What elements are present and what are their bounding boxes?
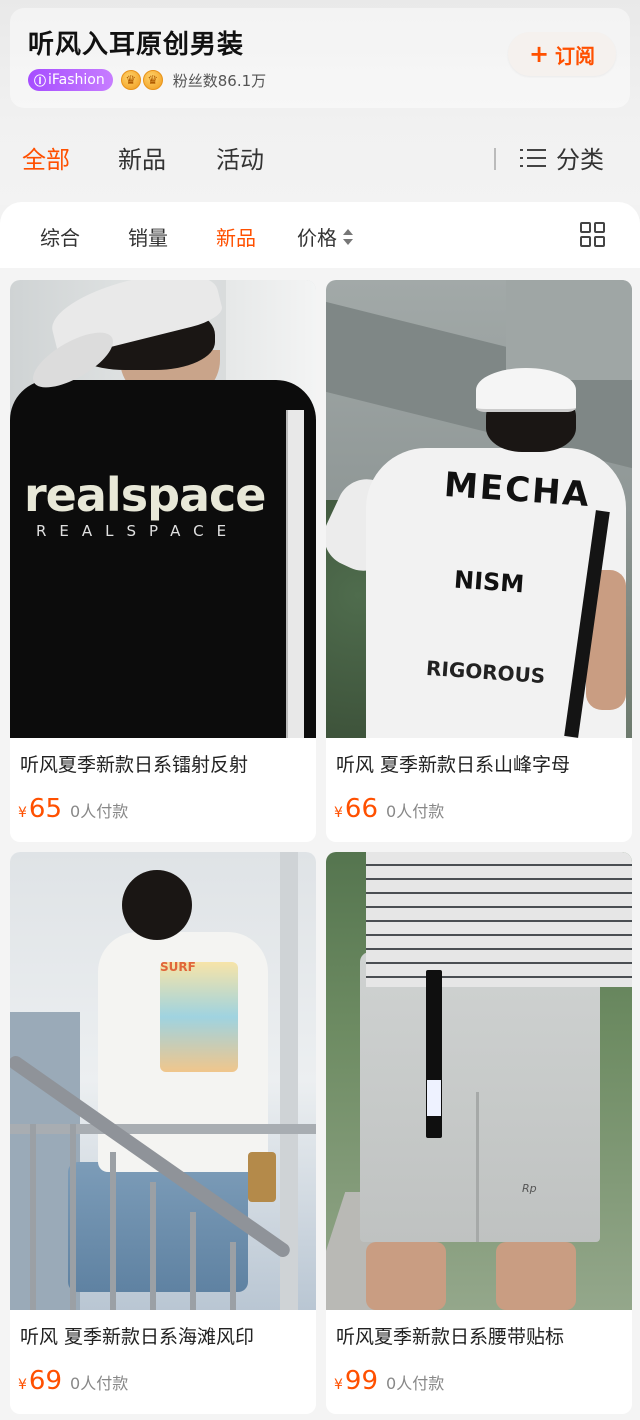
product-image[interactable]: Rp: [326, 852, 632, 1310]
plus-icon: +: [528, 40, 550, 68]
store-name: 听风入耳原创男装: [28, 30, 245, 60]
currency-symbol: ¥: [334, 1377, 343, 1393]
subscribe-button[interactable]: + 订阅: [508, 32, 616, 76]
currency-symbol: ¥: [334, 805, 343, 821]
product-title[interactable]: 听风夏季新款日系镭射反射: [20, 750, 310, 777]
product-card[interactable]: MECHA NISM RIGOROUS 听风 夏季新款日系山峰字母 ¥ 66 0…: [326, 280, 632, 842]
category-button[interactable]: 分类: [520, 140, 604, 175]
store-meta: Ⓘ iFashion ♛ ♛ 粉丝数86.1万: [28, 68, 266, 92]
product-title[interactable]: 听风 夏季新款日系山峰字母: [336, 750, 626, 777]
price-row: ¥ 69 0人付款: [18, 1366, 128, 1396]
crown-icon: ♛: [142, 70, 163, 90]
crown-icon: ♛: [120, 70, 141, 90]
product-price: 65: [28, 794, 63, 824]
shirt-print-subtext: REALSPACE: [36, 522, 240, 540]
sort-comprehensive[interactable]: 综合: [40, 222, 80, 251]
tab-all[interactable]: 全部: [22, 140, 70, 175]
sort-new[interactable]: 新品: [216, 222, 256, 251]
shirt-print-text: SURF: [160, 960, 196, 974]
price-row: ¥ 99 0人付款: [334, 1366, 444, 1396]
product-image[interactable]: SURF: [10, 852, 316, 1310]
product-card[interactable]: realspace REALSPACE 听风夏季新款日系镭射反射 ¥ 65 0人…: [10, 280, 316, 842]
tab-events[interactable]: 活动: [216, 140, 264, 175]
sort-arrows-icon: [343, 228, 353, 248]
sales-count: 0人付款: [386, 1374, 445, 1393]
wukong-logo-icon: ◕◕: [530, 1384, 554, 1405]
price-row: ¥ 66 0人付款: [334, 794, 444, 824]
ifashion-label: iFashion: [48, 72, 105, 88]
product-card[interactable]: Rp 听风夏季新款日系腰带贴标 ¥ 99 0人付款: [326, 852, 632, 1414]
nav-divider: [494, 148, 496, 170]
ifashion-icon: Ⓘ: [34, 73, 47, 88]
store-header: 听风入耳原创男装 Ⓘ iFashion ♛ ♛ 粉丝数86.1万 + 订阅 全部…: [0, 0, 640, 205]
subscribe-label: 订阅: [555, 43, 596, 68]
product-image[interactable]: MECHA NISM RIGOROUS: [326, 280, 632, 738]
store-card: 听风入耳原创男装 Ⓘ iFashion ♛ ♛ 粉丝数86.1万 + 订阅: [10, 8, 630, 108]
store-level-crowns: ♛ ♛: [120, 70, 163, 90]
sort-price[interactable]: 价格: [297, 222, 353, 251]
price-row: ¥ 65 0人付款: [18, 794, 128, 824]
sort-price-label: 价格: [297, 226, 337, 250]
product-title[interactable]: 听风夏季新款日系腰带贴标: [336, 1322, 626, 1349]
product-panel: 综合 销量 新品 价格 realspace REALSPACE 听风夏季新款日系…: [0, 202, 640, 1420]
product-title[interactable]: 听风 夏季新款日系海滩风印: [20, 1322, 310, 1349]
grid-view-icon[interactable]: [580, 222, 606, 248]
fans-count: 粉丝数86.1万: [172, 71, 267, 90]
currency-symbol: ¥: [18, 805, 27, 821]
sort-bar: 综合 销量 新品 价格: [0, 202, 640, 268]
product-price: 69: [28, 1366, 63, 1396]
shirt-print-text: NISM: [453, 565, 526, 599]
list-icon: [520, 148, 546, 168]
product-price: 66: [344, 794, 379, 824]
category-label: 分类: [556, 146, 604, 174]
sales-count: 0人付款: [70, 802, 129, 821]
ifashion-badge: Ⓘ iFashion: [28, 69, 113, 91]
product-image[interactable]: realspace REALSPACE: [10, 280, 316, 738]
watermark: ◕◕ 悟空问答: [530, 1382, 628, 1407]
store-nav-tabs: 全部 新品 活动 分类: [0, 130, 640, 190]
sales-count: 0人付款: [70, 1374, 129, 1393]
product-card[interactable]: SURF 听风 夏季新款日系海滩风印 ¥ 69 0人付款: [10, 852, 316, 1414]
shirt-print-text: realspace: [24, 468, 267, 522]
product-price: 99: [344, 1366, 379, 1396]
currency-symbol: ¥: [18, 1377, 27, 1393]
sales-count: 0人付款: [386, 802, 445, 821]
tab-new[interactable]: 新品: [118, 140, 166, 175]
watermark-text: 悟空问答: [560, 1387, 628, 1407]
sort-sales[interactable]: 销量: [128, 222, 168, 251]
